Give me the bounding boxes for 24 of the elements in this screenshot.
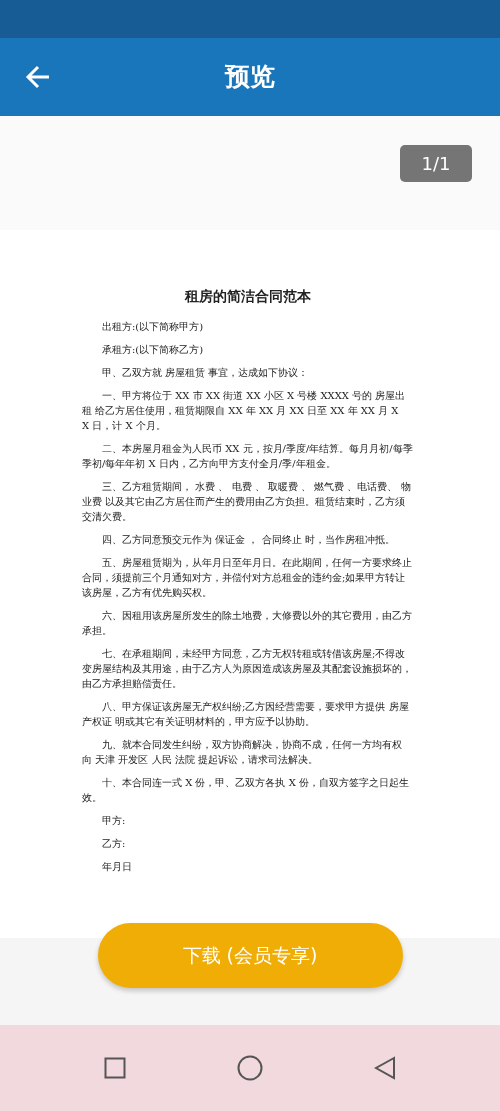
- download-button[interactable]: 下载 (会员专享): [97, 923, 403, 988]
- document-title: 租房的简洁合同范本: [183, 287, 312, 306]
- document-paragraph: 一、甲方将位于 XX 市 XX 街道 XX 小区 X 号楼 XXXX 号的 房屋出租 给乙方居住使用，租赁期限自 XX 年 XX 月 XX 日至 XX 年 XX 月 XX 日，计 X 个月。: [82, 389, 407, 433]
- header-title: 预览: [225, 61, 275, 94]
- document-paragraph: 六、因租用该房屋所发生的除土地费，大修费以外的其它费用，由乙方承担。: [82, 609, 413, 638]
- back-arrow-icon[interactable]: [25, 64, 51, 90]
- document-paragraph: 三、乙方租赁期间， 水费 、 电费 、 取暖费 、 燃气费 、电话费、 物业费 以及其它由乙方居住而产生的费用由乙方负担。租赁结束时，乙方须交清欠费。: [82, 480, 412, 524]
- document-paragraph: 年月日: [101, 860, 133, 874]
- document-paragraph: 承租方:(以下简称乙方): [101, 343, 205, 357]
- document-paragraph: 甲、乙双方就 房屋租赁 事宜，达成如下协议：: [101, 366, 310, 380]
- document-paragraph: 二、本房屋月租金为人民币 XX 元，按月/季度/年结算。每月月初/每季季初/每年年初 X 日内，乙方向甲方支付全月/季/年租金。: [82, 442, 414, 471]
- document-paragraph: 五、房屋租赁期为，从年月日至年月日。在此期间，任何一方要求终止合同，须提前三个月通知对方，并偿付对方总租金的违约金;如果甲方转让该房屋，乙方有优先购买权。: [82, 556, 413, 600]
- document-paragraph: 甲方:: [101, 814, 127, 828]
- recent-apps-icon[interactable]: [103, 1057, 126, 1079]
- page-indicator: 1/1: [400, 145, 472, 182]
- document-paragraph: 七、在承租期间，未经甲方同意，乙方无权转租或转借该房屋;不得改变房屋结构及其用途，由于乙方人为原因造成该房屋及其配套设施损坏的，由乙方承担赔偿责任。: [82, 647, 413, 691]
- document-paragraph: 八、甲方保证该房屋无产权纠纷;乙方因经营需要，要求甲方提供 房屋产权证 明或其它有关证明材料的，甲方应予以协助。: [82, 700, 410, 729]
- document-paragraph: 四、乙方同意预交元作为 保证金 ， 合同终止 时，当作房租冲抵。: [101, 533, 396, 547]
- document-paragraph: 十、本合同连一式 X 份，甲、乙双方各执 X 份，自双方签字之日起生效。: [82, 776, 410, 805]
- home-icon[interactable]: [237, 1055, 263, 1081]
- document-paragraph: 乙方:: [101, 837, 127, 851]
- document-paragraph: 九、就本合同发生纠纷，双方协商解决，协商不成，任何一方均有权向 天津 开发区 人民 法院 提起诉讼，请求司法解决。: [82, 738, 403, 767]
- document-paragraph: 出租方:(以下简称甲方): [101, 320, 205, 334]
- back-icon[interactable]: [374, 1056, 397, 1080]
